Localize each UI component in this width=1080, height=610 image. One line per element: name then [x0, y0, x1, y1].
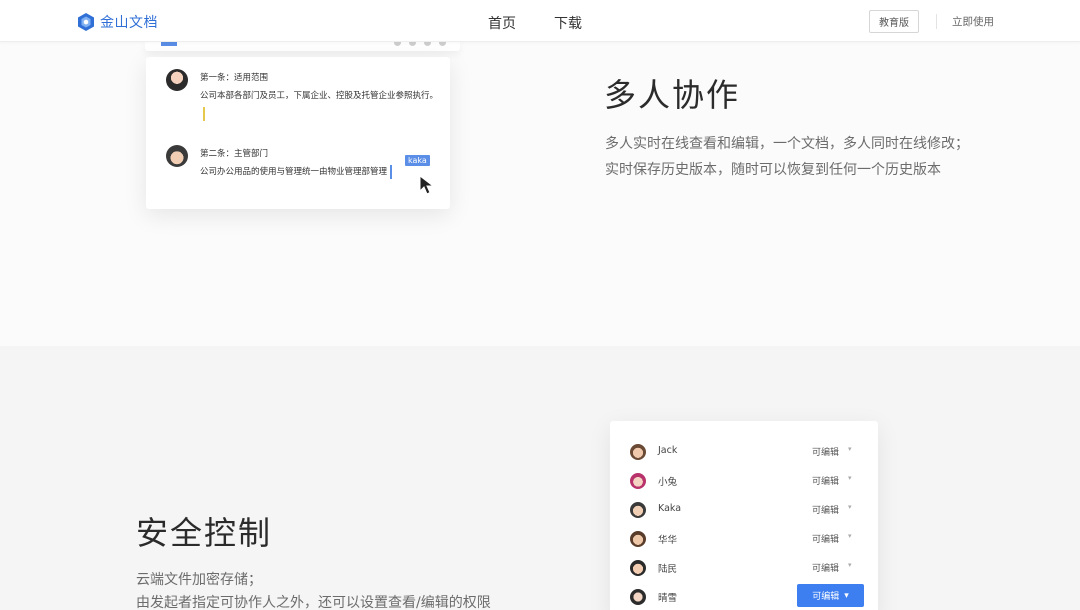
entry2-body-text: 公司办公用品的使用与管理统一由物业管理部管理	[200, 167, 388, 177]
permission-select[interactable]: 可编辑	[812, 445, 839, 458]
main-nav: 首页 下载	[488, 13, 582, 33]
toolbar-blue-mark	[161, 42, 177, 46]
avatar	[630, 502, 646, 518]
section2-desc-line: 由发起者指定可协作人之外，还可以设置查看/编辑的权限	[136, 595, 491, 610]
member-name: Kaka	[658, 503, 682, 514]
member-name: 晴雪	[658, 593, 678, 604]
caret-down-icon[interactable]: ▾	[848, 474, 852, 482]
section2-title: 安全控制	[136, 514, 273, 552]
permission-row: 华华 可编辑 ▾	[610, 526, 878, 555]
nav-download[interactable]: 下载	[554, 13, 582, 33]
member-name: 华华	[658, 535, 678, 546]
caret-down-icon[interactable]: ▾	[848, 445, 852, 453]
avatar	[166, 69, 188, 91]
entry2-body: 公司办公用品的使用与管理统一由物业管理部管理	[200, 163, 392, 181]
section1-desc-line: 多人实时在线查看和编辑，一个文档，多人同时在线修改；	[605, 136, 969, 152]
header-divider	[936, 14, 937, 29]
mouse-pointer-icon	[419, 175, 435, 195]
toolbar-dot	[424, 42, 431, 46]
member-name: Jack	[658, 445, 678, 456]
permission-label: 可编辑	[812, 592, 840, 602]
avatar	[630, 531, 646, 547]
permission-row: 晴雪 可编辑 ▾	[610, 584, 878, 610]
edu-edition-button[interactable]: 教育版	[869, 10, 919, 33]
top-header: 金山文档 首页 下载 教育版 立即使用	[0, 0, 1080, 42]
text-cursor-yellow	[203, 106, 205, 121]
permissions-card: Jack 可编辑 ▾ 小兔 可编辑 ▾ Kaka 可编辑 ▾ 华华 可编辑 ▾ …	[610, 421, 878, 610]
permission-select[interactable]: 可编辑	[812, 503, 839, 516]
entry1-body: 公司本部各部门及员工，下属企业、控股及托管企业参照执行。	[200, 87, 440, 123]
section2-desc-line: 云端文件加密存储；	[136, 572, 262, 588]
avatar	[630, 589, 646, 605]
security-section: 安全控制 云端文件加密存储； 由发起者指定可协作人之外，还可以设置查看/编辑的权…	[0, 346, 1080, 610]
cursor-user-tag: kaka	[405, 155, 430, 166]
section1-description: 多人实时在线查看和编辑，一个文档，多人同时在线修改； 实时保存历史版本，随时可以…	[605, 131, 969, 183]
section1-desc-line: 实时保存历史版本，随时可以恢复到任何一个历史版本	[605, 162, 941, 178]
member-name: 陆民	[658, 564, 678, 575]
logo-text: 金山文档	[100, 15, 158, 31]
toolbar-dots	[394, 42, 446, 46]
avatar	[630, 444, 646, 460]
avatar	[166, 145, 188, 167]
logo[interactable]: 金山文档	[78, 12, 158, 32]
entry1-title: 第一条：适用范围	[200, 73, 269, 83]
collab-doc-card: 第一条：适用范围 公司本部各部门及员工，下属企业、控股及托管企业参照执行。 第二…	[146, 57, 450, 209]
caret-down-icon[interactable]: ▾	[848, 532, 852, 540]
toolbar-dot	[409, 42, 416, 46]
permission-row: Kaka 可编辑 ▾	[610, 497, 878, 526]
logo-icon	[78, 13, 94, 31]
doc-toolbar-preview	[145, 42, 460, 51]
section1-title: 多人协作	[604, 76, 741, 114]
permission-select[interactable]: 可编辑	[812, 474, 839, 487]
permission-select-active[interactable]: 可编辑 ▾	[797, 584, 864, 607]
permission-select[interactable]: 可编辑	[812, 532, 839, 545]
caret-down-icon[interactable]: ▾	[848, 561, 852, 569]
member-name: 小兔	[658, 477, 678, 488]
avatar	[630, 560, 646, 576]
caret-down-icon[interactable]: ▾	[848, 503, 852, 511]
permission-select[interactable]: 可编辑	[812, 561, 839, 574]
avatar	[630, 473, 646, 489]
toolbar-dot	[439, 42, 446, 46]
toolbar-dot	[394, 42, 401, 46]
permission-row: 小兔 可编辑 ▾	[610, 468, 878, 497]
permission-row: Jack 可编辑 ▾	[610, 439, 878, 468]
entry1-body-text: 公司本部各部门及员工，下属企业、控股及托管企业参照执行。	[200, 91, 439, 101]
nav-home[interactable]: 首页	[488, 13, 516, 33]
text-cursor-blue	[390, 164, 392, 179]
start-now-link[interactable]: 立即使用	[952, 14, 994, 29]
permission-row: 陆民 可编辑 ▾	[610, 555, 878, 584]
entry2-title: 第二条：主管部门	[200, 149, 269, 159]
caret-down-icon: ▾	[844, 590, 849, 601]
section2-description: 云端文件加密存储； 由发起者指定可协作人之外，还可以设置查看/编辑的权限	[136, 569, 491, 610]
